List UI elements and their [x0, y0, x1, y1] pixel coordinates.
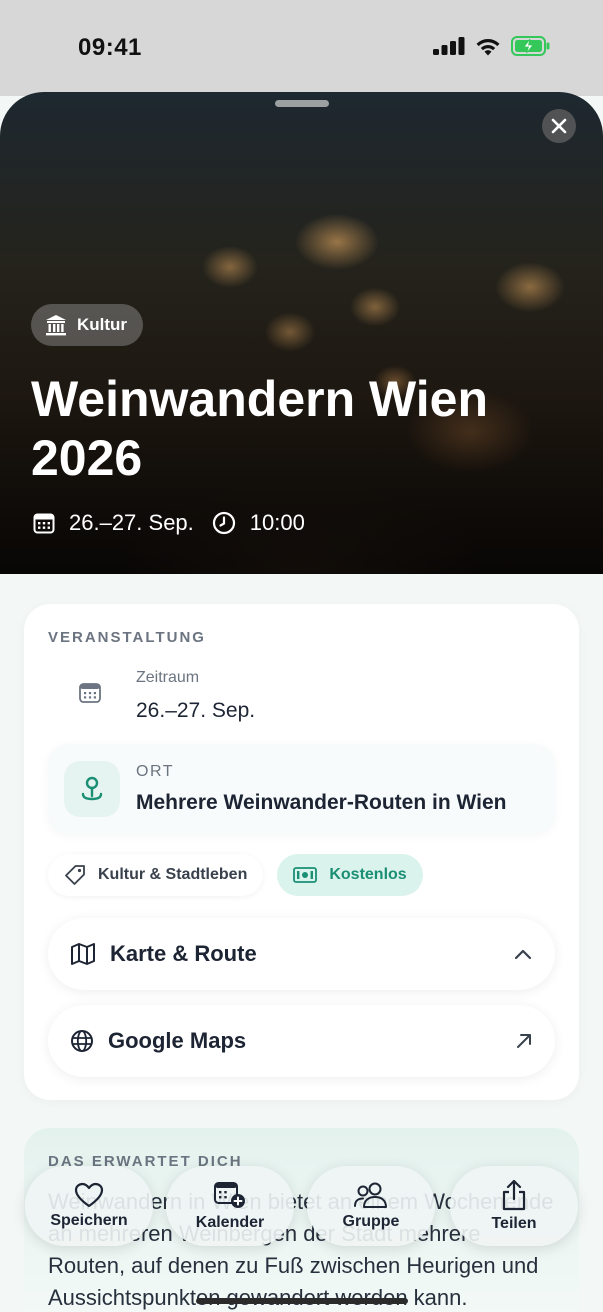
- hero-date-text: 26.–27. Sep.: [69, 510, 194, 535]
- category-label: Kultur: [77, 315, 128, 334]
- section-label-veranstaltung: VERANSTALTUNG: [48, 629, 206, 646]
- wifi-icon: [476, 38, 500, 55]
- location-pin-icon: [81, 776, 103, 801]
- calendar-icon: [33, 513, 55, 534]
- status-icons: [433, 36, 551, 56]
- group-label: Gruppe: [342, 1213, 400, 1230]
- share-label: Teilen: [491, 1215, 537, 1232]
- clock-icon: [212, 511, 235, 535]
- sheet-drag-handle[interactable]: [275, 100, 329, 107]
- zeitraum-row: Zeitraum 26.–27. Sep.: [48, 659, 555, 727]
- location-value: Mehrere Weinwander-Routen in Wien: [136, 791, 507, 814]
- status-time: 09:41: [78, 34, 142, 61]
- google-maps-label: Google Maps: [108, 1028, 247, 1053]
- tag-label: Kultur & Stadtleben: [98, 866, 248, 883]
- calendar-icon: [79, 683, 101, 703]
- save-button[interactable]: Speichern: [25, 1166, 153, 1246]
- share-button[interactable]: Teilen: [450, 1166, 578, 1246]
- close-icon: [551, 118, 567, 134]
- home-indicator[interactable]: [196, 1298, 408, 1304]
- bottom-action-dock: Speichern Kalender Gruppe Teilen: [25, 1166, 578, 1246]
- group-button[interactable]: Gruppe: [307, 1166, 435, 1246]
- event-title: Weinwandern Wien 2026: [31, 371, 489, 486]
- hero-image: Kultur Weinwandern Wien 2026 26.–27. Sep…: [0, 92, 603, 574]
- chevron-up-icon: [514, 949, 532, 960]
- status-bar: 09:41: [0, 0, 603, 96]
- save-label: Speichern: [50, 1212, 128, 1229]
- location-label: ORT: [136, 763, 174, 780]
- hero-time: 10:00: [212, 510, 305, 536]
- tag-icon: [65, 865, 85, 885]
- cash-icon: [293, 867, 318, 883]
- hero-date: 26.–27. Sep.: [33, 510, 194, 536]
- calendar-label: Kalender: [195, 1214, 265, 1231]
- globe-icon: [71, 1030, 93, 1052]
- zeitraum-value: 26.–27. Sep.: [136, 699, 256, 722]
- google-maps-link[interactable]: Google Maps: [48, 1005, 555, 1077]
- tag-kostenlos[interactable]: Kostenlos: [277, 854, 423, 896]
- zeitraum-label: Zeitraum: [136, 669, 200, 686]
- museum-icon: [46, 315, 66, 336]
- battery-charging-icon: [511, 36, 550, 56]
- tag-kultur-stadtleben[interactable]: Kultur & Stadtleben: [48, 854, 264, 896]
- tag-label: Kostenlos: [329, 866, 407, 883]
- hero-time-text: 10:00: [249, 510, 305, 535]
- location-row[interactable]: ORT Mehrere Weinwander-Routen in Wien: [48, 744, 555, 834]
- map-route-toggle[interactable]: Karte & Route: [48, 918, 555, 990]
- map-route-label: Karte & Route: [110, 941, 257, 966]
- location-icon-wrap: [64, 761, 120, 817]
- add-to-calendar-button[interactable]: Kalender: [166, 1166, 294, 1246]
- share-icon: [502, 1179, 526, 1211]
- arrow-up-right-icon: [517, 1034, 531, 1048]
- tag-list: Kultur & Stadtleben Kostenlos: [48, 854, 423, 896]
- event-card: VERANSTALTUNG Zeitraum 26.–27. Sep. ORT …: [24, 604, 579, 1100]
- cellular-signal-icon: [433, 37, 465, 55]
- close-button[interactable]: [542, 109, 576, 143]
- calendar-add-icon: [214, 1182, 245, 1208]
- hero-meta: 26.–27. Sep. 10:00: [33, 510, 323, 536]
- group-icon: [354, 1182, 387, 1208]
- map-icon: [71, 943, 95, 965]
- heart-icon: [74, 1182, 104, 1208]
- zeitraum-icon-wrap: [48, 659, 132, 727]
- category-chip[interactable]: Kultur: [31, 304, 144, 346]
